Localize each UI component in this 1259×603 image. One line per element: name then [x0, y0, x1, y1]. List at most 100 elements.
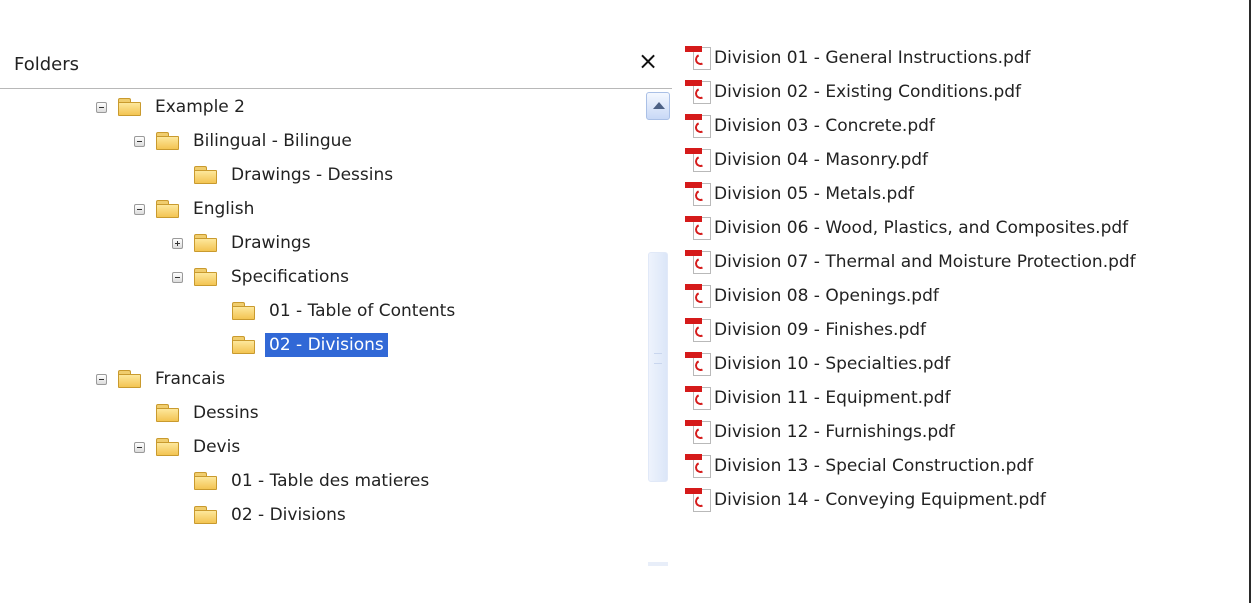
folder-icon: [155, 131, 181, 151]
file-item[interactable]: Division 08 - Openings.pdf: [680, 280, 939, 312]
collapse-minus-icon[interactable]: [96, 101, 107, 113]
file-name: Division 07 - Thermal and Moisture Prote…: [714, 252, 1136, 272]
tree-node[interactable]: Specifications: [172, 262, 353, 292]
tree-node-label: Specifications: [231, 267, 350, 287]
folders-header: Folders ×: [0, 40, 672, 89]
file-name: Division 04 - Masonry.pdf: [714, 150, 929, 170]
folder-icon: [231, 335, 257, 355]
pdf-file-icon: [680, 145, 714, 175]
file-name: Division 06 - Wood, Plastics, and Compos…: [714, 218, 1129, 238]
chevron-up-icon: [653, 102, 665, 109]
folder-icon: [193, 267, 219, 287]
tree-node[interactable]: 01 - Table of Contents: [231, 296, 459, 326]
folder-icon: [193, 471, 219, 491]
file-name: Division 11 - Equipment.pdf: [714, 388, 951, 408]
pdf-file-icon: [680, 349, 714, 379]
file-name: Division 10 - Specialties.pdf: [714, 354, 951, 374]
file-item[interactable]: Division 14 - Conveying Equipment.pdf: [680, 484, 1046, 516]
expand-plus-icon[interactable]: [172, 237, 183, 249]
tree-node[interactable]: 02 - Divisions: [193, 500, 350, 530]
tree-node[interactable]: 01 - Table des matieres: [193, 466, 433, 496]
tree-node[interactable]: Bilingual - Bilingue: [134, 126, 356, 156]
folder-icon: [117, 369, 143, 389]
file-item[interactable]: Division 11 - Equipment.pdf: [680, 382, 951, 414]
file-item[interactable]: Division 09 - Finishes.pdf: [680, 314, 926, 346]
tree-node-label: Drawings: [231, 233, 311, 253]
file-name: Division 13 - Special Construction.pdf: [714, 456, 1034, 476]
scroll-thumb[interactable]: [648, 252, 668, 482]
collapse-minus-icon[interactable]: [172, 271, 183, 283]
file-item[interactable]: Division 04 - Masonry.pdf: [680, 144, 928, 176]
tree-node[interactable]: Drawings: [172, 228, 315, 258]
scroll-up-button[interactable]: [646, 92, 670, 120]
file-name: Division 09 - Finishes.pdf: [714, 320, 927, 340]
pdf-file-icon: [680, 77, 714, 107]
tree-node-label: Devis: [193, 437, 241, 457]
pdf-file-icon: [680, 417, 714, 447]
file-name: Division 08 - Openings.pdf: [714, 286, 939, 306]
file-item[interactable]: Division 10 - Specialties.pdf: [680, 348, 950, 380]
pdf-file-icon: [680, 485, 714, 515]
collapse-minus-icon[interactable]: [96, 373, 107, 385]
collapse-minus-icon[interactable]: [134, 441, 145, 453]
scroll-track-end: [648, 562, 668, 566]
tree-node-label: Francais: [155, 369, 226, 389]
close-icon: ×: [637, 47, 659, 75]
tree-node-label: Bilingual - Bilingue: [193, 131, 352, 151]
file-item[interactable]: Division 07 - Thermal and Moisture Prote…: [680, 246, 1136, 278]
pdf-file-icon: [680, 213, 714, 243]
tree-node[interactable]: English: [134, 194, 258, 224]
folder-tree: Example 2 Bilingual - Bilingue Drawings - …: [0, 90, 640, 540]
file-item[interactable]: Division 06 - Wood, Plastics, and Compos…: [680, 212, 1128, 244]
pdf-file-icon: [680, 315, 714, 345]
tree-node[interactable]: Drawings - Dessins: [193, 160, 397, 190]
pdf-file-icon: [680, 111, 714, 141]
file-item[interactable]: Division 03 - Concrete.pdf: [680, 110, 935, 142]
file-name: Division 05 - Metals.pdf: [714, 184, 915, 204]
tree-node[interactable]: Devis: [134, 432, 244, 462]
file-name: Division 12 - Furnishings.pdf: [714, 422, 955, 442]
tree-node[interactable]: Dessins: [155, 398, 263, 428]
tree-node-label: English: [193, 199, 255, 219]
window-edge: [1249, 0, 1251, 603]
pdf-file-icon: [680, 247, 714, 277]
folder-icon: [155, 437, 181, 457]
tree-node-label: 01 - Table of Contents: [269, 301, 456, 321]
pdf-file-icon: [680, 451, 714, 481]
file-name: Division 14 - Conveying Equipment.pdf: [714, 490, 1046, 510]
folder-icon: [155, 403, 181, 423]
pdf-file-icon: [680, 179, 714, 209]
tree-node[interactable]: Example 2: [96, 92, 249, 122]
close-button[interactable]: ×: [633, 46, 663, 76]
tree-node-label: Example 2: [155, 97, 245, 117]
folder-icon: [193, 233, 219, 253]
pdf-file-icon: [680, 383, 714, 413]
file-item[interactable]: Division 12 - Furnishings.pdf: [680, 416, 955, 448]
folder-icon: [231, 301, 257, 321]
tree-node[interactable]: Francais: [96, 364, 229, 394]
file-name: Division 03 - Concrete.pdf: [714, 116, 935, 136]
pdf-file-icon: [680, 281, 714, 311]
file-name: Division 02 - Existing Conditions.pdf: [714, 82, 1022, 102]
folder-icon: [193, 165, 219, 185]
tree-node-label: 02 - Divisions: [265, 333, 388, 357]
tree-node-label: Dessins: [193, 403, 259, 423]
collapse-minus-icon[interactable]: [134, 135, 145, 147]
file-item[interactable]: Division 13 - Special Construction.pdf: [680, 450, 1033, 482]
tree-node[interactable]: 02 - Divisions: [231, 330, 388, 360]
pdf-file-icon: [680, 43, 714, 73]
tree-node-label: 01 - Table des matieres: [231, 471, 430, 491]
folders-title: Folders: [14, 54, 80, 75]
tree-node-label: Drawings - Dessins: [231, 165, 394, 185]
collapse-minus-icon[interactable]: [134, 203, 145, 215]
tree-node-label: 02 - Divisions: [231, 505, 346, 525]
file-item[interactable]: Division 01 - General Instructions.pdf: [680, 42, 1031, 74]
file-item[interactable]: Division 05 - Metals.pdf: [680, 178, 914, 210]
folders-pane: Folders × Example 2 Bilingual - Bilingue D…: [0, 40, 672, 566]
file-item[interactable]: Division 02 - Existing Conditions.pdf: [680, 76, 1021, 108]
tree-scrollbar[interactable]: [646, 92, 672, 566]
scroll-grip: [654, 353, 662, 364]
folder-icon: [155, 199, 181, 219]
file-list: Division 01 - General Instructions.pdf Di…: [680, 42, 1240, 532]
folder-icon: [117, 97, 143, 117]
